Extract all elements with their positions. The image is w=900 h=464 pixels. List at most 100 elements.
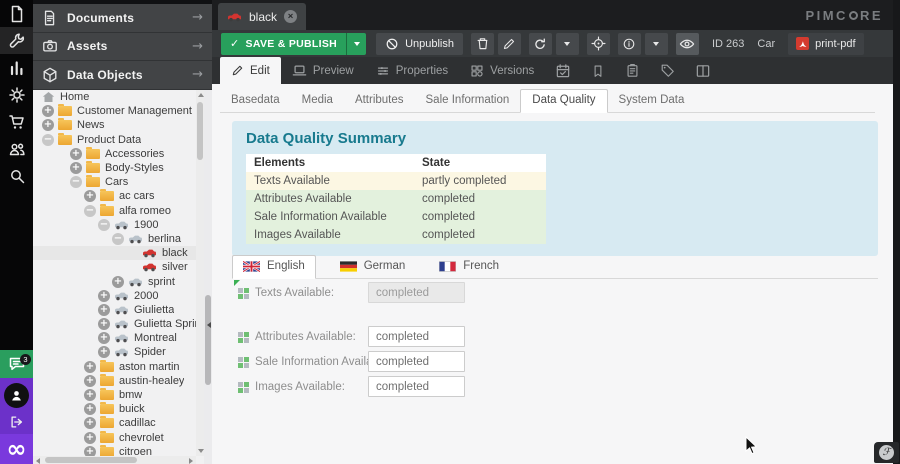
collapse-arrow-icon[interactable] [207, 322, 211, 328]
settings-gear-icon[interactable] [0, 81, 33, 108]
tree-item-buick[interactable]: buick [33, 402, 196, 416]
tree-item-ac-cars[interactable]: ac cars [33, 189, 196, 203]
plus-expander-icon[interactable] [70, 148, 82, 160]
plus-expander-icon[interactable] [70, 162, 82, 174]
scrollbar-thumb[interactable] [197, 102, 203, 160]
script-badge[interactable]: ℱ [874, 442, 899, 463]
tab-edit[interactable]: Edit [220, 57, 281, 84]
expand-arrow-icon[interactable]: → [192, 10, 203, 25]
tab-workflow-columns-icon[interactable] [685, 57, 721, 84]
tree-item-chevrolet[interactable]: chevrolet [33, 431, 196, 445]
tree-item-news[interactable]: News [33, 118, 196, 132]
tree-item-black[interactable]: black [33, 246, 196, 260]
reload-dropdown-button[interactable] [556, 33, 579, 55]
plus-expander-icon[interactable] [84, 432, 96, 444]
tree-item-aston-martin[interactable]: aston martin [33, 360, 196, 374]
content-tab-system-data[interactable]: System Data [608, 90, 696, 112]
reload-button[interactable] [529, 33, 552, 55]
accordion-data-objects[interactable]: Data Objects → [33, 61, 212, 90]
minus-expander-icon[interactable] [112, 233, 124, 245]
tree-item-body-styles[interactable]: Body-Styles [33, 161, 196, 175]
attributes-available-input[interactable] [368, 326, 465, 347]
accordion-documents[interactable]: Documents → [33, 4, 212, 33]
plus-expander-icon[interactable] [84, 389, 96, 401]
plus-expander-icon[interactable] [42, 105, 54, 117]
tree-item-bmw[interactable]: bmw [33, 388, 196, 402]
plus-expander-icon[interactable] [84, 403, 96, 415]
plus-expander-icon[interactable] [112, 276, 124, 288]
scroll-up-arrow-icon[interactable] [198, 93, 204, 97]
tree-item-montreal[interactable]: Montreal [33, 331, 196, 345]
plus-expander-icon[interactable] [84, 190, 96, 202]
logout-icon[interactable] [0, 412, 33, 432]
tree-item-silver[interactable]: silver [33, 260, 196, 274]
tab-preview[interactable]: Preview [281, 57, 365, 84]
unpublish-button[interactable]: Unpublish [376, 33, 463, 55]
sale-information-available-input[interactable] [368, 351, 465, 372]
save-dropdown-button[interactable] [346, 33, 366, 55]
tree-horizontal-scrollbar[interactable] [33, 456, 196, 464]
tree-item-2000[interactable]: 2000 [33, 289, 196, 303]
tab-notes-bookmark-icon[interactable] [581, 57, 615, 84]
tree-item-austin-healey[interactable]: austin-healey [33, 374, 196, 388]
content-tab-attributes[interactable]: Attributes [344, 90, 415, 112]
tree-item-berlina[interactable]: berlina [33, 232, 196, 246]
search-icon[interactable] [0, 162, 33, 189]
plus-expander-icon[interactable] [84, 361, 96, 373]
scroll-left-arrow-icon[interactable] [36, 458, 40, 464]
language-tab-english[interactable]: English [232, 255, 316, 279]
plus-expander-icon[interactable] [98, 332, 110, 344]
tree-item-sprint[interactable]: sprint [33, 274, 196, 288]
notifications-chat-icon[interactable]: 3 [0, 350, 33, 378]
scroll-down-arrow-icon[interactable] [198, 449, 204, 453]
ecommerce-cart-icon[interactable] [0, 108, 33, 135]
content-tab-media[interactable]: Media [291, 90, 344, 112]
images-available-input[interactable] [368, 376, 465, 397]
tree-item-home[interactable]: Home [33, 90, 196, 104]
reports-icon[interactable] [0, 54, 33, 81]
print-pdf-button[interactable]: print-pdf [788, 33, 863, 55]
tree-item-product-data[interactable]: Product Data [33, 133, 196, 147]
content-tab-data-quality[interactable]: Data Quality [520, 89, 607, 113]
plus-expander-icon[interactable] [98, 318, 110, 330]
tree-vertical-scrollbar[interactable] [196, 90, 204, 456]
rename-button[interactable] [498, 33, 521, 55]
tree-item-accessories[interactable]: Accessories [33, 147, 196, 161]
plus-expander-icon[interactable] [98, 346, 110, 358]
tree-item-spider[interactable]: Spider [33, 345, 196, 359]
user-avatar[interactable] [4, 383, 29, 408]
scroll-right-arrow-icon[interactable] [189, 458, 193, 464]
minus-expander-icon[interactable] [70, 176, 82, 188]
locate-in-tree-button[interactable] [587, 33, 610, 55]
save-publish-button[interactable]: ✓SAVE & PUBLISH [221, 33, 366, 55]
plus-expander-icon[interactable] [84, 446, 96, 456]
language-tab-german[interactable]: German [330, 256, 416, 278]
scrollbar-thumb[interactable] [45, 457, 137, 463]
tree-item-customer-management[interactable]: Customer Management [33, 104, 196, 118]
splitter-handle[interactable] [205, 295, 211, 385]
customers-users-icon[interactable] [0, 135, 33, 162]
tab-versions[interactable]: Versions [459, 57, 545, 84]
plus-expander-icon[interactable] [98, 290, 110, 302]
plus-expander-icon[interactable] [84, 375, 96, 387]
tab-reports-clipboard-icon[interactable] [615, 57, 650, 84]
tab-black[interactable]: black × [218, 3, 306, 30]
content-tab-basedata[interactable]: Basedata [220, 90, 291, 112]
info-dropdown-button[interactable] [645, 33, 668, 55]
delete-button[interactable] [471, 33, 494, 55]
close-icon[interactable]: × [284, 10, 297, 23]
plus-expander-icon[interactable] [84, 417, 96, 429]
tree-item-giulietta[interactable]: Giulietta [33, 303, 196, 317]
open-preview-eye-button[interactable] [676, 33, 699, 55]
tab-tags-icon[interactable] [650, 57, 685, 84]
accordion-assets[interactable]: Assets → [33, 33, 212, 62]
language-tab-french[interactable]: French [429, 256, 509, 278]
plus-expander-icon[interactable] [98, 304, 110, 316]
tab-properties[interactable]: Properties [365, 57, 459, 84]
tree-item-cadillac[interactable]: cadillac [33, 416, 196, 430]
tree-item-gulietta-sprint-speci[interactable]: Gulietta Sprint Speci [33, 317, 196, 331]
minus-expander-icon[interactable] [98, 219, 110, 231]
tree-item-1900[interactable]: 1900 [33, 218, 196, 232]
documents-icon[interactable] [0, 0, 33, 27]
minus-expander-icon[interactable] [84, 205, 96, 217]
